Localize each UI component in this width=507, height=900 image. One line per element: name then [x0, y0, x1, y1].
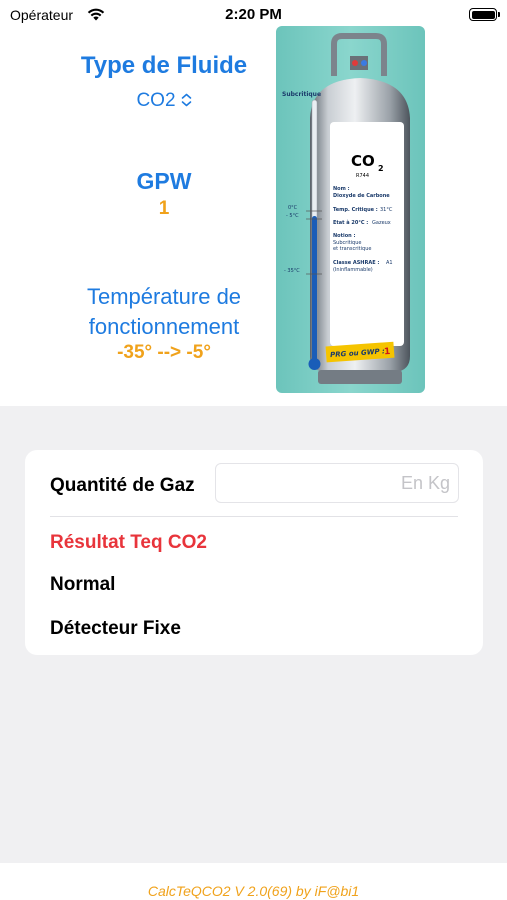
footer: CalcTeQCO2 V 2.0(69) by iF@bi1	[0, 863, 507, 900]
status-bar: Opérateur 2:20 PM	[0, 0, 507, 30]
label-notion-value2: et transcritique	[333, 246, 371, 252]
fluid-type-value: CO2	[136, 90, 176, 111]
label-formula: CO	[351, 152, 375, 170]
label-etat-value: Gazeux	[372, 220, 391, 226]
label-formula-sub: 2	[378, 164, 384, 173]
gas-cylinder-illustration: Subcritique 0°C - 5°C - 35°C CO 2 R744 N…	[276, 26, 425, 393]
tick-label-minus5c: - 5°C	[286, 213, 299, 219]
chevron-up-down-icon	[181, 93, 191, 107]
label-ashrae: Classe ASHRAE :	[333, 260, 379, 266]
label-critique-value: 31°C	[380, 207, 393, 213]
label-etat: Etat à 20°C :	[333, 219, 368, 226]
valve-blue-knob	[361, 60, 367, 66]
result-title: Résultat Teq CO2	[50, 532, 207, 553]
label-nom: Nom :	[333, 186, 350, 192]
cylinder-base	[318, 370, 402, 384]
gas-quantity-input[interactable]	[215, 463, 459, 503]
label-critique: Temp. Critique :	[333, 207, 378, 213]
calculation-card: Quantité de Gaz Résultat Teq CO2 Normal …	[25, 450, 483, 655]
prg-value: 1	[384, 347, 391, 357]
gas-quantity-label: Quantité de Gaz	[50, 475, 195, 496]
thermometer-bulb	[308, 358, 321, 370]
label-ashrae-value: A1	[386, 260, 393, 266]
card-divider	[50, 516, 458, 517]
label-nom-value: Dioxyde de Carbone	[333, 193, 390, 199]
clock: 2:20 PM	[225, 6, 282, 23]
label-code: R744	[356, 173, 369, 179]
thermometer-mercury	[312, 216, 317, 362]
valve-red-knob	[352, 60, 358, 66]
app-version-label: CalcTeQCO2 V 2.0(69) by iF@bi1	[147, 883, 360, 899]
result-normal-label: Normal	[50, 574, 116, 595]
battery-icon	[469, 8, 500, 21]
result-fixed-detector-label: Détecteur Fixe	[50, 618, 181, 639]
label-notion: Notion :	[333, 233, 355, 239]
label-ashrae-note: (Ininflammable)	[333, 267, 373, 273]
fluid-info-section: Type de Fluide CO2 GPW 1 Température de …	[0, 26, 507, 406]
subcritique-label: Subcritique	[282, 91, 321, 98]
tick-label-0c: 0°C	[288, 205, 298, 211]
tick-label-minus35c: - 35°C	[284, 268, 300, 274]
